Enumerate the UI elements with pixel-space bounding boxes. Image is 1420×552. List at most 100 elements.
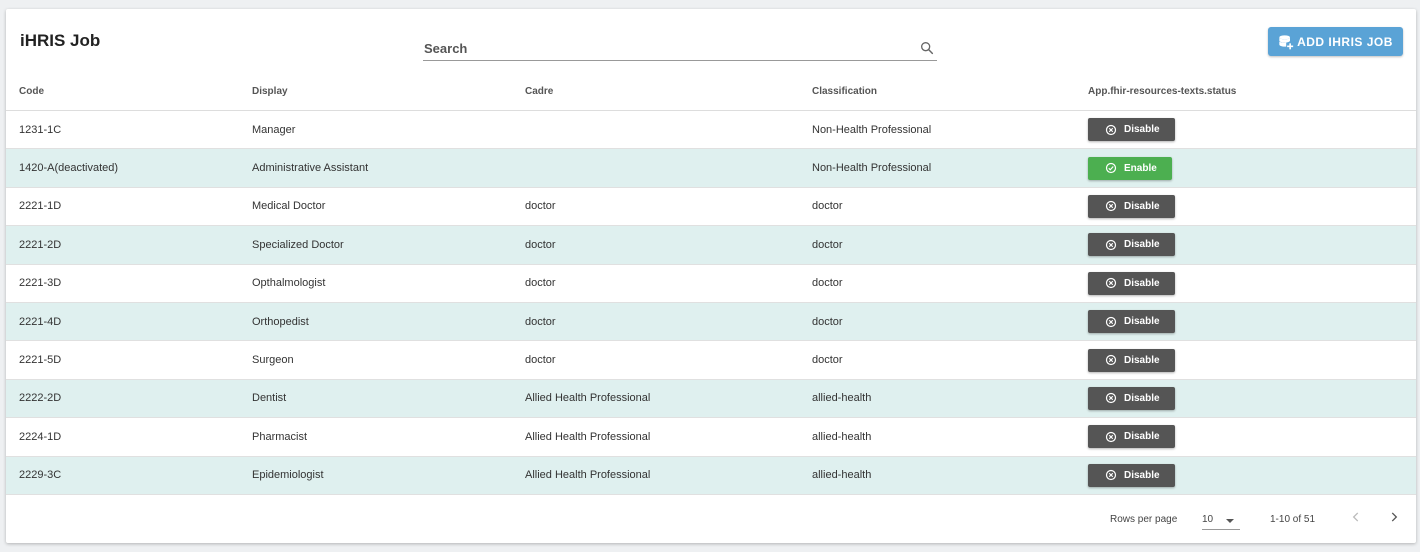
- table-row[interactable]: 2221-5D Surgeon doctor doctor Disable: [6, 340, 1416, 380]
- disable-button[interactable]: Disable: [1088, 425, 1175, 449]
- table-row[interactable]: 2222-2D Dentist Allied Health Profession…: [6, 379, 1416, 419]
- cell-code: 2222-2D: [6, 379, 252, 419]
- cell-classification: doctor: [812, 302, 1088, 342]
- chevron-left-icon[interactable]: [1349, 510, 1363, 524]
- cell-classification: allied-health: [812, 417, 1088, 457]
- cell-cadre: [525, 148, 812, 188]
- search-field[interactable]: Search: [423, 38, 937, 61]
- column-header-status[interactable]: App.fhir-resources-texts.status: [1088, 72, 1416, 111]
- database-plus-icon: [1279, 34, 1294, 49]
- rows-per-page-select[interactable]: 10: [1202, 509, 1240, 530]
- enable-label: Enable: [1124, 162, 1157, 174]
- table-row[interactable]: 2224-1D Pharmacist Allied Health Profess…: [6, 417, 1416, 457]
- cell-status: Disable: [1088, 302, 1416, 342]
- cell-cadre: Allied Health Professional: [525, 417, 812, 457]
- disable-button[interactable]: Disable: [1088, 463, 1175, 487]
- disable-button[interactable]: Disable: [1088, 348, 1175, 372]
- search-icon[interactable]: [919, 40, 935, 56]
- cell-classification: Non-Health Professional: [812, 148, 1088, 188]
- disable-label: Disable: [1124, 392, 1160, 404]
- cell-code: 2221-3D: [6, 264, 252, 303]
- cell-status: Disable: [1088, 340, 1416, 380]
- caret-down-icon: [1226, 519, 1234, 523]
- rows-per-page-label: Rows per page: [1110, 514, 1178, 525]
- table-row[interactable]: 2221-2D Specialized Doctor doctor doctor…: [6, 225, 1416, 265]
- column-header-cadre[interactable]: Cadre: [525, 72, 812, 111]
- chevron-right-icon[interactable]: [1387, 510, 1401, 524]
- cell-status: Disable: [1088, 225, 1416, 265]
- table-footer: Rows per page 10 1-10 of 51: [6, 504, 1416, 543]
- enable-button[interactable]: Enable: [1088, 156, 1172, 180]
- disable-button[interactable]: Disable: [1088, 386, 1175, 410]
- cell-classification: allied-health: [812, 456, 1088, 495]
- table-row[interactable]: 2221-3D Opthalmologist doctor doctor Dis…: [6, 264, 1416, 303]
- close-circle-icon: [1105, 278, 1117, 289]
- cell-display: Pharmacist: [252, 417, 525, 457]
- cell-cadre: doctor: [525, 302, 812, 342]
- cell-code: 2221-5D: [6, 340, 252, 380]
- disable-label: Disable: [1124, 239, 1160, 251]
- cell-code: 2229-3C: [6, 456, 252, 495]
- disable-label: Disable: [1124, 124, 1160, 136]
- search-label: Search: [424, 41, 468, 56]
- disable-button[interactable]: Disable: [1088, 233, 1175, 257]
- close-circle-icon: [1105, 470, 1117, 481]
- cell-code: 1231-1C: [6, 110, 252, 150]
- cell-code: 2221-4D: [6, 302, 252, 342]
- table-row[interactable]: 1231-1C Manager Non-Health Professional …: [6, 110, 1416, 150]
- close-circle-icon: [1105, 239, 1117, 250]
- close-circle-icon: [1105, 393, 1117, 404]
- disable-button[interactable]: Disable: [1088, 271, 1175, 295]
- cell-classification: doctor: [812, 340, 1088, 380]
- table-row[interactable]: 2221-1D Medical Doctor doctor doctor Dis…: [6, 187, 1416, 227]
- job-list-card: iHRIS Job Search ADD IHRIS JOB Code Disp…: [6, 9, 1416, 543]
- cell-display: Orthopedist: [252, 302, 525, 342]
- cell-cadre: doctor: [525, 187, 812, 227]
- cell-display: Surgeon: [252, 340, 525, 380]
- disable-label: Disable: [1124, 354, 1160, 366]
- disable-button[interactable]: Disable: [1088, 194, 1175, 218]
- rows-per-page-value: 10: [1202, 514, 1214, 525]
- close-circle-icon: [1105, 354, 1117, 366]
- cell-status: Disable: [1088, 417, 1416, 457]
- disable-label: Disable: [1124, 316, 1160, 328]
- disable-label: Disable: [1124, 469, 1160, 481]
- cell-classification: allied-health: [812, 379, 1088, 419]
- add-ihris-job-label: ADD IHRIS JOB: [1297, 34, 1393, 49]
- cell-cadre: doctor: [525, 264, 812, 303]
- job-table: Code Display Cadre Classification App.fh…: [6, 72, 1416, 495]
- table-header-row: Code Display Cadre Classification App.fh…: [6, 72, 1416, 111]
- disable-button[interactable]: Disable: [1088, 118, 1175, 142]
- cell-code: 2224-1D: [6, 417, 252, 457]
- table-row[interactable]: 1420-A(deactivated) Administrative Assis…: [6, 148, 1416, 188]
- cell-status: Disable: [1088, 264, 1416, 303]
- column-header-classification[interactable]: Classification: [812, 72, 1088, 111]
- cell-classification: doctor: [812, 264, 1088, 303]
- cell-status: Disable: [1088, 110, 1416, 150]
- cell-display: Epidemiologist: [252, 456, 525, 495]
- close-circle-icon: [1105, 431, 1117, 442]
- page-title: iHRIS Job: [20, 31, 101, 50]
- cell-display: Medical Doctor: [252, 187, 525, 227]
- cell-status: Disable: [1088, 456, 1416, 495]
- cell-status: Disable: [1088, 187, 1416, 227]
- cell-cadre: doctor: [525, 225, 812, 265]
- cell-display: Manager: [252, 110, 525, 150]
- cell-display: Dentist: [252, 379, 525, 419]
- cell-display: Opthalmologist: [252, 264, 525, 303]
- cell-display: Specialized Doctor: [252, 225, 525, 265]
- add-ihris-job-button[interactable]: ADD IHRIS JOB: [1268, 27, 1403, 56]
- disable-button[interactable]: Disable: [1088, 310, 1175, 334]
- close-circle-icon: [1105, 124, 1117, 135]
- check-circle-icon: [1105, 162, 1117, 174]
- cell-status: Disable: [1088, 379, 1416, 419]
- cell-code: 2221-2D: [6, 225, 252, 265]
- cell-code: 2221-1D: [6, 187, 252, 227]
- cell-cadre: doctor: [525, 340, 812, 380]
- cell-cadre: Allied Health Professional: [525, 456, 812, 495]
- table-row[interactable]: 2229-3C Epidemiologist Allied Health Pro…: [6, 456, 1416, 495]
- column-header-code[interactable]: Code: [6, 72, 252, 111]
- cell-cadre: Allied Health Professional: [525, 379, 812, 419]
- column-header-display[interactable]: Display: [252, 72, 525, 111]
- table-row[interactable]: 2221-4D Orthopedist doctor doctor Disabl…: [6, 302, 1416, 342]
